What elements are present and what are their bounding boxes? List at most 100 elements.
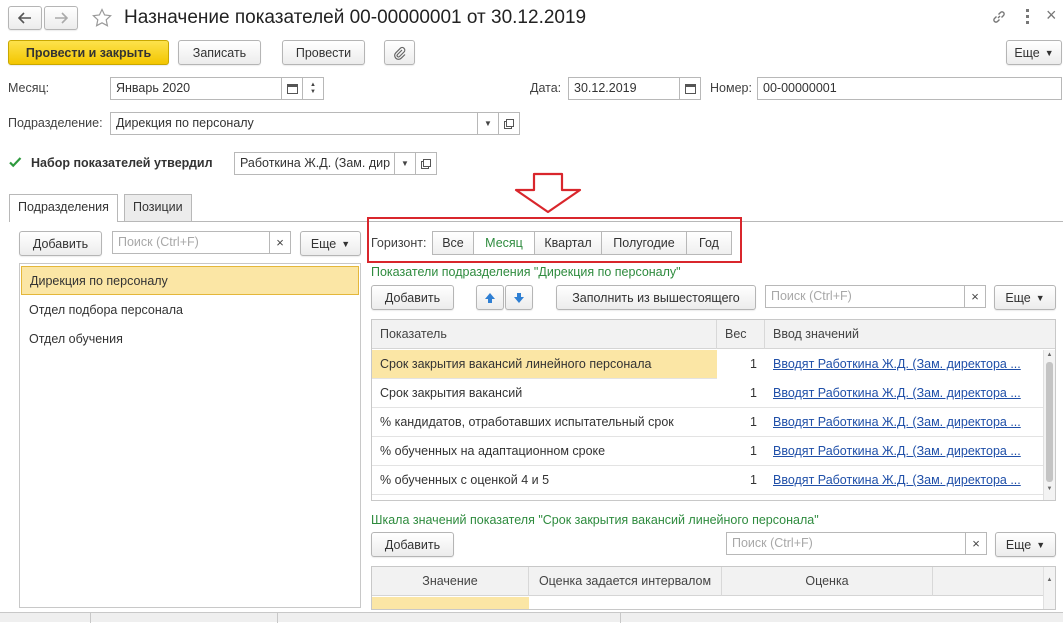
table-row[interactable] (372, 597, 529, 609)
scroll-up-icon[interactable]: ▲ (1044, 577, 1055, 583)
month-field[interactable]: Январь 2020 (110, 77, 282, 100)
month-label: Месяц: (8, 81, 50, 95)
list-item[interactable]: Дирекция по персоналу (21, 266, 359, 295)
col-weight[interactable]: Вес (717, 320, 765, 349)
approved-field[interactable]: Работкина Ж.Д. (Зам. дир (234, 152, 395, 175)
post-button[interactable]: Провести (282, 40, 365, 65)
scrollbar-thumb[interactable] (1046, 362, 1053, 482)
list-item[interactable]: Отдел обучения (21, 325, 359, 354)
left-add-button[interactable]: Добавить (19, 231, 102, 256)
arrow-left-icon (18, 12, 31, 24)
table-row[interactable]: Срок закрытия вакансий линейного персона… (372, 350, 1043, 379)
indicator-input-link[interactable]: Вводят Работкина Ж.Д. (Зам. директора ..… (765, 408, 1043, 437)
scale-add-button[interactable]: Добавить (371, 532, 454, 557)
approved-checkbox[interactable] (8, 155, 22, 169)
scale-table[interactable]: Значение Оценка задается интервалом Оцен… (371, 566, 1056, 610)
attach-button[interactable] (384, 40, 415, 65)
back-button[interactable] (8, 6, 42, 30)
col-input[interactable]: Ввод значений (765, 320, 1045, 349)
indicator-name: % обученных на адаптационном сроке (380, 444, 606, 458)
indicator-input-link[interactable]: Вводят Работкина Ж.Д. (Зам. директора ..… (765, 350, 1043, 379)
table-row[interactable]: Срок закрытия вакансий 1 Вводят Работкин… (372, 379, 1043, 408)
stepper-down-icon[interactable]: ▼ (310, 89, 316, 96)
indicators-more-button[interactable]: Еще ▼ (994, 285, 1056, 310)
arrow-up-icon (485, 292, 495, 303)
caret-down-icon: ▼ (1036, 539, 1046, 550)
departments-list[interactable]: Дирекция по персоналу Отдел подбора перс… (19, 263, 361, 608)
month-stepper[interactable]: ▲ ▼ (302, 77, 324, 100)
department-open-button[interactable] (498, 112, 520, 135)
tab-positions[interactable]: Позиции (124, 194, 192, 221)
indicator-weight: 1 (750, 386, 757, 400)
indicator-input-link[interactable]: Вводят Работкина Ж.Д. (Зам. директора ..… (765, 466, 1043, 495)
approved-dropdown[interactable]: ▼ (394, 152, 416, 175)
department-field[interactable]: Дирекция по персоналу (110, 112, 478, 135)
caret-down-icon: ▼ (341, 238, 351, 249)
number-label: Номер: (710, 81, 752, 95)
calendar-button[interactable] (281, 77, 303, 100)
horizon-option-month[interactable]: Месяц (473, 231, 535, 255)
indicators-table[interactable]: Показатель Вес Ввод значений Срок закрыт… (371, 319, 1056, 501)
horizon-option-quarter[interactable]: Квартал (534, 231, 602, 255)
tab-departments[interactable]: Подразделения (9, 194, 118, 222)
horizon-option-year[interactable]: Год (686, 231, 732, 255)
indicators-search-clear-button[interactable]: × (964, 285, 986, 308)
approved-open-button[interactable] (415, 152, 437, 175)
date-calendar-button[interactable] (679, 77, 701, 100)
move-down-button[interactable] (505, 285, 533, 310)
left-search-input[interactable]: Поиск (Ctrl+F) (112, 231, 270, 254)
indicator-weight: 1 (717, 350, 765, 379)
bottom-panel-strip (0, 612, 1063, 623)
table-row[interactable]: % обученных с оценкой 4 и 5 1 Вводят Раб… (372, 466, 1043, 495)
department-dropdown[interactable]: ▼ (477, 112, 499, 135)
checkmark-icon (9, 157, 22, 168)
move-up-button[interactable] (476, 285, 504, 310)
indicator-name: % обученных с оценкой 4 и 5 (380, 473, 550, 487)
arrow-down-icon (514, 292, 524, 303)
indicators-scrollbar[interactable]: ▲ ▼ (1043, 350, 1055, 500)
indicator-input-link[interactable]: Вводят Работкина Ж.Д. (Зам. директора ..… (765, 437, 1043, 466)
scale-search-input[interactable]: Поиск (Ctrl+F) (726, 532, 966, 555)
left-search-clear-button[interactable]: × (269, 231, 291, 254)
stepper-up-icon[interactable]: ▲ (310, 82, 316, 89)
open-window-icon (421, 158, 431, 169)
list-item[interactable]: Отдел подбора персонала (21, 296, 359, 325)
save-button[interactable]: Записать (178, 40, 261, 65)
indicators-add-button[interactable]: Добавить (371, 285, 454, 310)
link-icon[interactable] (991, 9, 1007, 25)
horizon-option-all[interactable]: Все (432, 231, 474, 255)
scale-more-button[interactable]: Еще ▼ (995, 532, 1056, 557)
indicators-search-input[interactable]: Поиск (Ctrl+F) (765, 285, 965, 308)
left-more-button[interactable]: Еще ▼ (300, 231, 361, 256)
number-field[interactable]: 00-00000001 (757, 77, 1062, 100)
indicator-weight: 1 (750, 415, 757, 429)
col-value[interactable]: Значение (372, 567, 529, 596)
star-icon[interactable] (92, 8, 112, 28)
scroll-down-icon[interactable]: ▼ (1044, 486, 1055, 492)
table-row[interactable]: % кандидатов, отработавших испытательный… (372, 408, 1043, 437)
date-label: Дата: (530, 81, 562, 95)
post-and-close-button[interactable]: Провести и закрыть (8, 40, 169, 65)
more-button-label: Еще (310, 236, 337, 251)
arrow-down-annotation-icon (514, 172, 582, 214)
department-label: Подразделение: (8, 116, 103, 130)
table-row[interactable]: % обученных на адаптационном сроке 1 Вво… (372, 437, 1043, 466)
forward-button[interactable] (44, 6, 78, 30)
kebab-menu-icon[interactable] (1023, 8, 1031, 26)
col-indicator[interactable]: Показатель (372, 320, 717, 349)
more-button-label: Еще (1005, 290, 1031, 305)
table-header: Показатель Вес Ввод значений (372, 320, 1055, 349)
calendar-icon (286, 84, 298, 94)
date-field[interactable]: 30.12.2019 (568, 77, 680, 100)
more-button[interactable]: Еще ▼ (1006, 40, 1062, 65)
col-interval[interactable]: Оценка задается интервалом (529, 567, 722, 596)
scroll-up-icon[interactable]: ▲ (1044, 352, 1055, 358)
close-icon[interactable]: × (1046, 5, 1057, 26)
horizon-option-halfyear[interactable]: Полугодие (601, 231, 687, 255)
indicator-input-link[interactable]: Вводят Работкина Ж.Д. (Зам. директора ..… (765, 379, 1043, 408)
fill-from-parent-button[interactable]: Заполнить из вышестоящего (556, 285, 756, 310)
indicator-weight: 1 (750, 444, 757, 458)
col-score[interactable]: Оценка (722, 567, 933, 596)
scale-scrollbar[interactable]: ▲ (1043, 567, 1055, 609)
scale-search-clear-button[interactable]: × (965, 532, 987, 555)
